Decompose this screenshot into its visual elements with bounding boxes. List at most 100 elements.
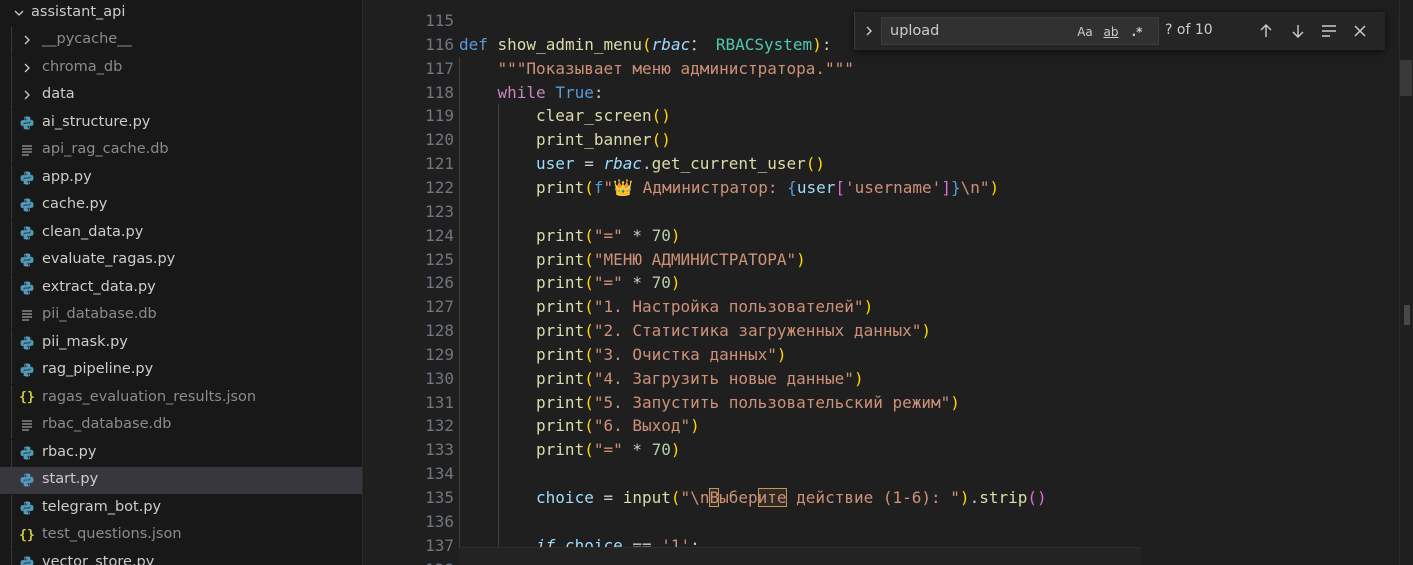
line-number: 121 bbox=[425, 154, 454, 174]
line-number: 131 bbox=[425, 392, 454, 412]
indent-guide bbox=[11, 109, 12, 137]
code-line[interactable]: 126 print("=" * 70) bbox=[364, 271, 1413, 296]
code-line[interactable]: 118 while True: bbox=[364, 80, 1413, 105]
editor-scrollbar[interactable] bbox=[1399, 0, 1413, 565]
next-match-button[interactable] bbox=[1287, 20, 1309, 42]
explorer-root-folder[interactable]: assistant_api bbox=[0, 0, 362, 27]
file-name: start.py bbox=[42, 471, 99, 487]
python-file-icon bbox=[19, 170, 35, 186]
close-find-button[interactable] bbox=[1349, 20, 1371, 42]
find-in-selection-button[interactable] bbox=[1318, 20, 1340, 42]
code-line[interactable]: 117 """Показывает меню администратора.""" bbox=[364, 56, 1413, 81]
explorer-file[interactable]: rag_pipeline.py bbox=[0, 357, 362, 384]
file-name: __pycache__ bbox=[42, 31, 132, 47]
code-line[interactable]: 121 user = rbac.get_current_user() bbox=[364, 152, 1413, 177]
code-line[interactable]: 120 print_banner() bbox=[364, 128, 1413, 153]
indent-guide bbox=[497, 104, 499, 129]
code-line[interactable]: 128 print("2. Статистика загруженных данн… bbox=[364, 319, 1413, 344]
code-line[interactable]: 131 print("5. Запустить пользовательский … bbox=[364, 390, 1413, 415]
explorer-file[interactable]: extract_data.py bbox=[0, 274, 362, 302]
code-text: print("3. Очистка данных") bbox=[536, 343, 786, 367]
line-number: 115 bbox=[425, 11, 454, 30]
code-line[interactable]: 135 choice = input("\nВыберите действие (… bbox=[364, 486, 1413, 510]
match-whole-word-button[interactable]: ab bbox=[1100, 22, 1122, 42]
explorer-file[interactable]: ai_structure.py bbox=[0, 109, 362, 137]
code-token: * bbox=[622, 225, 652, 245]
code-line[interactable]: 123 bbox=[364, 199, 1413, 224]
code-line[interactable]: 133 print("=" * 70) bbox=[364, 438, 1413, 463]
code-token: } bbox=[950, 177, 961, 197]
indent-guide bbox=[459, 247, 460, 272]
match-case-button[interactable]: Aa bbox=[1074, 22, 1096, 42]
explorer-file[interactable]: cache.py bbox=[0, 192, 362, 219]
explorer-file[interactable]: clean_data.py bbox=[0, 219, 362, 247]
code-line[interactable]: 136 bbox=[364, 509, 1413, 534]
database-file-icon bbox=[19, 417, 35, 433]
code-line[interactable]: 132 print("6. Выход") bbox=[364, 414, 1413, 439]
indent-guide bbox=[459, 366, 460, 391]
code-line[interactable]: 119 clear_screen() bbox=[364, 104, 1413, 129]
code-editor[interactable]: 115 116 def show_admin_menu(rbac： RBACSyst… bbox=[364, 0, 1413, 565]
code-token: user bbox=[536, 154, 575, 174]
explorer-folder[interactable]: __pycache__ bbox=[0, 27, 362, 54]
indent-guide bbox=[497, 438, 499, 463]
indent-guide bbox=[459, 390, 460, 415]
close-icon bbox=[1354, 25, 1366, 37]
code-token: choice bbox=[536, 488, 594, 507]
indent-guide bbox=[459, 509, 460, 534]
explorer-file[interactable]: vector_store.py bbox=[0, 549, 362, 565]
file-name: data bbox=[42, 86, 75, 102]
code-token: ) bbox=[853, 368, 864, 388]
indent-guide bbox=[459, 223, 460, 248]
find-widget: Aa ab .* ? of 10 bbox=[854, 12, 1385, 50]
use-regex-button[interactable]: .* bbox=[1126, 22, 1148, 42]
line-number: 128 bbox=[425, 321, 454, 341]
indent-guide bbox=[459, 199, 460, 224]
file-name: vector_store.py bbox=[42, 553, 155, 565]
explorer-file[interactable]: {} test_questions.json bbox=[0, 522, 362, 549]
code-line[interactable]: 127 print("1. Настройка пользователей") bbox=[364, 295, 1413, 320]
code-line[interactable]: 125 print("МЕНЮ АДМИНИСТРАТОРА") bbox=[364, 247, 1413, 272]
code-token: print bbox=[536, 225, 585, 245]
explorer-file[interactable]: rbac.py bbox=[0, 439, 362, 467]
line-number: 135 bbox=[425, 488, 454, 507]
explorer-file[interactable]: telegram_bot.py bbox=[0, 494, 362, 522]
code-text: print("1. Настройка пользователей") bbox=[536, 295, 873, 319]
explorer-folder[interactable]: data bbox=[0, 82, 362, 109]
code-token: ] bbox=[941, 177, 951, 197]
code-token: ( bbox=[584, 368, 594, 388]
code-line[interactable]: 134 bbox=[364, 462, 1413, 487]
code-line[interactable]: 124 print("=" * 70) bbox=[364, 223, 1413, 248]
code-token: ( bbox=[584, 225, 594, 245]
indent-guide bbox=[11, 439, 12, 467]
indent-guide bbox=[11, 164, 12, 192]
previous-match-button[interactable] bbox=[1255, 20, 1277, 42]
code-text: print("=" * 70) bbox=[536, 438, 681, 462]
code-line[interactable]: 122 print(f"👑 Администратор: {user['usern… bbox=[364, 175, 1413, 200]
indent-guide bbox=[11, 412, 12, 439]
explorer-file[interactable]: rbac_database.db bbox=[0, 412, 362, 439]
indent-guide bbox=[497, 509, 499, 534]
indent-guide bbox=[459, 104, 460, 129]
indent-guide bbox=[497, 462, 499, 487]
indent-guide bbox=[11, 329, 12, 357]
explorer-file[interactable]: api_rag_cache.db bbox=[0, 137, 362, 164]
find-input[interactable] bbox=[890, 22, 1070, 40]
python-file-icon bbox=[19, 115, 35, 131]
toggle-replace-button[interactable] bbox=[861, 21, 877, 41]
code-token: print bbox=[536, 249, 585, 269]
code-token: get_current_user bbox=[651, 154, 806, 174]
explorer-folder[interactable]: chroma_db bbox=[0, 54, 362, 82]
explorer-file[interactable]: pii_database.db bbox=[0, 302, 362, 329]
explorer-file[interactable]: {} ragas_evaluation_results.json bbox=[0, 384, 362, 412]
scrollbar-thumb[interactable] bbox=[1400, 60, 1412, 96]
code-token: ： bbox=[690, 34, 707, 54]
indent-guide bbox=[459, 152, 460, 177]
explorer-file[interactable]: start.py bbox=[0, 467, 362, 494]
explorer-file[interactable]: pii_mask.py bbox=[0, 329, 362, 357]
explorer-file[interactable]: evaluate_ragas.py bbox=[0, 247, 362, 274]
indent-guide bbox=[11, 522, 12, 549]
explorer-file[interactable]: app.py bbox=[0, 164, 362, 192]
code-line[interactable]: 129 print("3. Очистка данных") bbox=[364, 342, 1413, 367]
code-line[interactable]: 130 print("4. Загрузить новые данные") bbox=[364, 366, 1413, 391]
